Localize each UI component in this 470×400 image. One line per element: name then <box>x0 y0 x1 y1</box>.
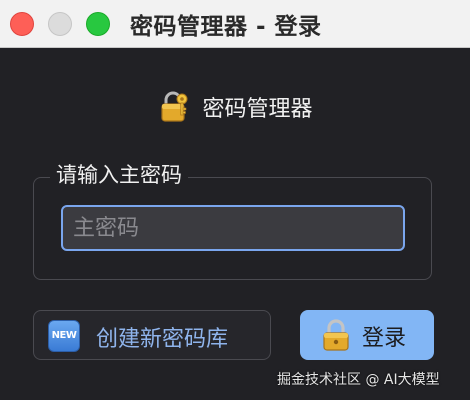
maximize-window-button[interactable] <box>86 12 110 36</box>
new-badge-text: NEW <box>51 330 77 341</box>
lock-icon <box>322 318 350 352</box>
master-password-group: 请输入主密码 <box>33 159 432 280</box>
login-window: 密码管理器 - 登录 密码管理器 请输入主密码 NEW 创建新密码库 登录 掘金… <box>0 0 470 400</box>
create-vault-label: 创建新密码库 <box>96 327 229 352</box>
close-window-button[interactable] <box>10 12 34 36</box>
window-title: 密码管理器 - 登录 <box>130 14 322 40</box>
master-password-legend: 请输入主密码 <box>50 159 188 189</box>
titlebar: 密码管理器 - 登录 <box>0 0 470 48</box>
login-button[interactable]: 登录 <box>300 310 434 360</box>
master-password-input[interactable] <box>61 205 405 251</box>
lock-with-key-icon <box>157 90 191 124</box>
new-badge-icon: NEW <box>48 320 80 352</box>
minimize-window-button[interactable] <box>48 12 72 36</box>
login-content: 密码管理器 请输入主密码 NEW 创建新密码库 登录 掘金技术社区 @ AI大模… <box>0 48 470 400</box>
app-header: 密码管理器 <box>0 90 470 126</box>
app-title: 密码管理器 <box>202 97 313 122</box>
watermark: 掘金技术社区 @ AI大模型 <box>277 372 440 388</box>
login-label: 登录 <box>362 326 407 351</box>
create-vault-button[interactable]: NEW 创建新密码库 <box>33 310 271 360</box>
